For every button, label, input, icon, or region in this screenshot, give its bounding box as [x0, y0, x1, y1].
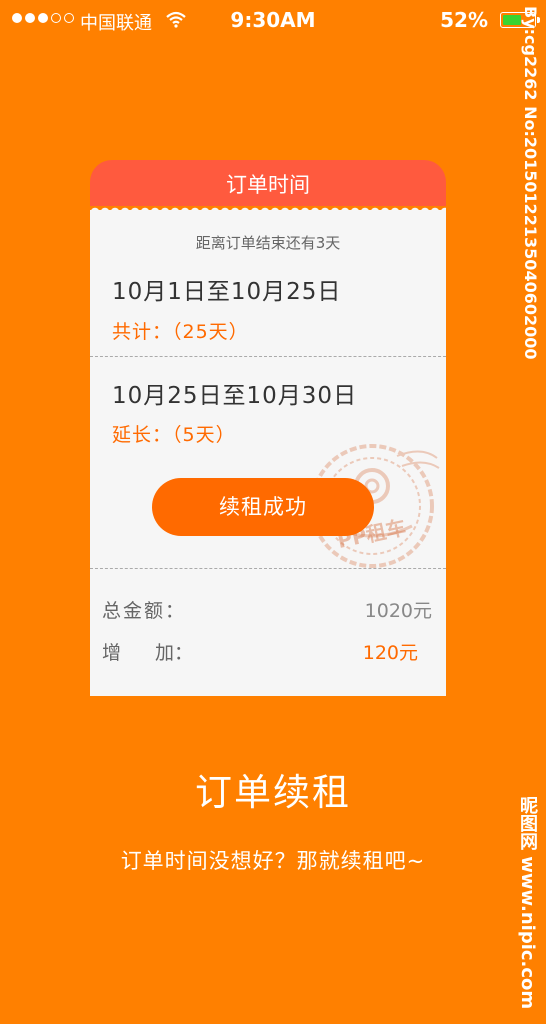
extension-period: 10月25日至10月30日 [112, 383, 358, 409]
extension-days: 延长：（5天） [112, 424, 236, 446]
added-label-part2: 加： [155, 642, 194, 664]
status-bar: 中国联通 9:30AM 52% [0, 0, 546, 40]
watermark-id: By:cg2262 No:20150122135040602000 [521, 6, 540, 360]
order-total-days: 共计：（25天） [112, 321, 249, 343]
watermark-site: 昵图网 www.nipic.com [517, 796, 538, 1010]
added-amount-label: 增 加： [102, 638, 193, 665]
total-amount-label: 总金额： [102, 600, 187, 622]
battery-percent: 52% [440, 8, 488, 32]
card-header-title: 订单时间 [90, 160, 446, 206]
added-label-part1: 增 [102, 642, 122, 664]
divider [90, 356, 446, 357]
page-subtitle: 订单时间没想好？那就续租吧~ [120, 849, 426, 873]
renew-success-button[interactable]: 续租成功 [152, 478, 374, 536]
order-card: 订单时间 距离订单结束还有3天 10月1日至10月25日 共计：（25天） 10… [90, 160, 446, 700]
order-period: 10月1日至10月25日 [112, 279, 342, 305]
watermark: By:cg2262 No:20150122135040602000 昵图网 ww… [512, 6, 540, 1016]
remaining-days-text: 距离订单结束还有3天 [195, 234, 341, 252]
page-title: 订单续租 [195, 771, 351, 814]
divider [90, 568, 446, 569]
added-amount-value: 120元 [362, 642, 418, 664]
scallop-edge [90, 204, 446, 214]
total-amount-value: 1020元 [364, 600, 432, 622]
receipt-zigzag-edge [90, 692, 446, 700]
